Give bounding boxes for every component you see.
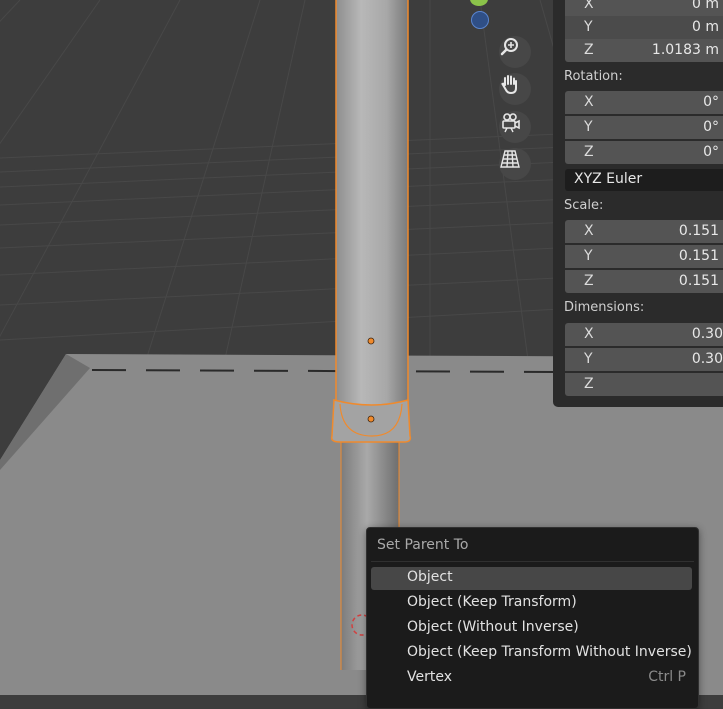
rotation-x-field[interactable]: X 0° bbox=[565, 91, 723, 114]
menu-item-object-keep-transform-without-inverse[interactable]: Object (Keep Transform Without Inverse) bbox=[371, 642, 692, 665]
pan-button[interactable] bbox=[499, 73, 531, 105]
field-value: 0.151 bbox=[678, 248, 719, 264]
location-z-field[interactable]: Z 1.0183 m bbox=[565, 39, 723, 62]
field-value: 0° bbox=[703, 119, 719, 135]
camera-view-button[interactable] bbox=[499, 111, 531, 143]
menu-title: Set Parent To bbox=[377, 537, 469, 553]
menu-item-shortcut: Ctrl P bbox=[648, 669, 686, 685]
field-value: 1.0183 m bbox=[651, 42, 719, 58]
menu-item-label: Vertex bbox=[407, 669, 453, 685]
field-value: 0.30 bbox=[691, 326, 723, 342]
field-axis-label: Y bbox=[584, 248, 593, 264]
field-axis-label: Y bbox=[584, 19, 593, 35]
scale-x-field[interactable]: X 0.151 bbox=[565, 220, 723, 243]
dimensions-y-field[interactable]: Y 0.30 bbox=[565, 348, 723, 371]
field-axis-label: Z bbox=[584, 144, 594, 160]
rotation-y-field[interactable]: Y 0° bbox=[565, 116, 723, 139]
field-value: 0.151 bbox=[678, 273, 719, 289]
dimensions-z-field[interactable]: Z bbox=[565, 373, 723, 396]
menu-item-vertex[interactable]: Vertex Ctrl P bbox=[371, 667, 692, 690]
menu-item-object[interactable]: Object bbox=[371, 567, 692, 590]
menu-item-object-without-inverse[interactable]: Object (Without Inverse) bbox=[371, 617, 692, 640]
scale-y-field[interactable]: Y 0.151 bbox=[565, 245, 723, 268]
field-axis-label: Y bbox=[584, 351, 593, 367]
camera-icon bbox=[502, 113, 520, 133]
dimensions-label: Dimensions: bbox=[564, 300, 645, 315]
rotation-mode-dropdown[interactable]: XYZ Euler bbox=[565, 169, 723, 191]
field-axis-label: X bbox=[584, 326, 594, 342]
scale-label: Scale: bbox=[564, 198, 604, 213]
field-axis-label: Z bbox=[584, 42, 594, 58]
location-x-field[interactable]: X 0 m bbox=[565, 0, 723, 16]
field-value: 0 m bbox=[692, 0, 719, 12]
scale-z-field[interactable]: Z 0.151 bbox=[565, 270, 723, 293]
zoom-icon bbox=[500, 38, 518, 56]
menu-divider bbox=[371, 561, 694, 562]
rotation-z-field[interactable]: Z 0° bbox=[565, 141, 723, 164]
origin-point-lower bbox=[367, 415, 375, 423]
field-axis-label: Z bbox=[584, 376, 594, 392]
grid-perspective-icon bbox=[500, 150, 520, 168]
menu-item-label: Object (Without Inverse) bbox=[407, 619, 579, 635]
menu-item-label: Object (Keep Transform Without Inverse) bbox=[407, 644, 692, 660]
field-axis-label: Z bbox=[584, 273, 594, 289]
dimensions-x-field[interactable]: X 0.30 bbox=[565, 323, 723, 346]
rotation-mode-value: XYZ Euler bbox=[574, 171, 643, 187]
field-value: 0° bbox=[703, 94, 719, 110]
field-value: 0.151 bbox=[678, 223, 719, 239]
field-value: 0° bbox=[703, 144, 719, 160]
field-axis-label: X bbox=[584, 0, 594, 12]
field-axis-label: Y bbox=[584, 119, 593, 135]
menu-item-label: Object (Keep Transform) bbox=[407, 594, 577, 610]
field-axis-label: X bbox=[584, 223, 594, 239]
set-parent-menu: Set Parent To Object Object (Keep Transf… bbox=[366, 527, 699, 709]
menu-item-label: Object bbox=[407, 569, 453, 585]
field-axis-label: X bbox=[584, 94, 594, 110]
menu-item-object-keep-transform[interactable]: Object (Keep Transform) bbox=[371, 592, 692, 615]
gizmo-z-axis-dot[interactable] bbox=[471, 11, 489, 29]
location-y-field[interactable]: Y 0 m bbox=[565, 16, 723, 39]
zoom-button[interactable] bbox=[499, 36, 531, 68]
field-value: 0.30 bbox=[691, 351, 723, 367]
origin-point-upper bbox=[367, 337, 375, 345]
hand-pan-icon bbox=[501, 75, 517, 95]
field-value: 0 m bbox=[692, 19, 719, 35]
perspective-toggle-button[interactable] bbox=[499, 148, 531, 180]
upper-cylinder bbox=[336, 0, 408, 432]
rotation-label: Rotation: bbox=[564, 69, 623, 84]
